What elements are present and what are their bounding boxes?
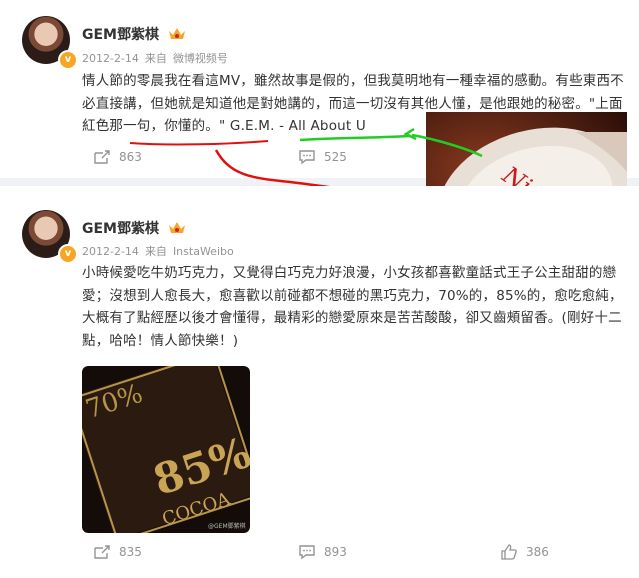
post-meta: 2012-2-14 来自 InstaWeibo (82, 243, 240, 259)
comment-icon (299, 545, 315, 560)
repost-button[interactable]: 835 (93, 544, 142, 560)
action-bar: 835 893 386 (0, 544, 639, 564)
action-bar: 863 525 (0, 149, 639, 169)
post-source[interactable]: InstaWeibo (173, 245, 234, 258)
repost-icon (94, 150, 110, 164)
comment-count: 525 (324, 150, 347, 164)
weibo-post-1: v GEM鄧紫棋 2012-2-14 来自 微博视频号 情人節的零晨我在看這MV，雖… (0, 0, 639, 258)
verified-badge-icon: v (58, 244, 78, 264)
image-watermark: @GEM鄧紫棋 (208, 522, 246, 530)
comment-button[interactable]: 525 (298, 149, 347, 165)
comment-icon (299, 150, 315, 165)
post-text: 小時候愛吃牛奶巧克力，又覺得白巧克力好浪漫，小女孩都喜歡童話式王子公主甜甜的戀愛… (82, 265, 623, 349)
comment-button[interactable]: 893 (298, 544, 347, 560)
like-button[interactable]: 386 (500, 544, 549, 560)
repost-count: 863 (119, 150, 142, 164)
source-prefix: 来自 (144, 245, 167, 258)
author-name[interactable]: GEM鄧紫棋 (82, 221, 159, 237)
chocolate-photo[interactable]: 70% 85% COCOA @GEM鄧紫棋 (82, 366, 250, 533)
weibo-post-2: v GEM鄧紫棋 2012-2-14 来自 InstaWeibo 小時候愛吃牛奶巧克… (0, 186, 639, 578)
repost-button[interactable]: 863 (93, 149, 142, 165)
crown-icon (168, 222, 185, 233)
post-date[interactable]: 2012-2-14 (82, 245, 139, 258)
repost-count: 835 (119, 545, 142, 559)
comment-count: 893 (324, 545, 347, 559)
repost-icon (94, 545, 110, 559)
thumbs-up-icon (501, 544, 517, 560)
like-count: 386 (526, 545, 549, 559)
